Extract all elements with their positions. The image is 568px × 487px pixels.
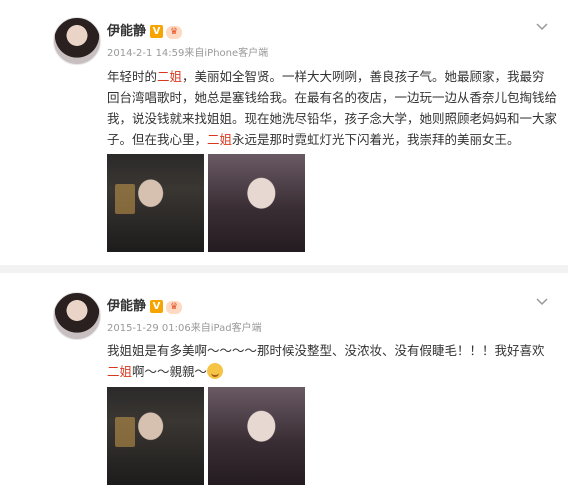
avatar[interactable] bbox=[53, 292, 101, 340]
chevron-down-icon[interactable] bbox=[536, 295, 548, 307]
post-photo-1[interactable] bbox=[107, 387, 204, 485]
post-text: 我姐姐是有多美啊～～～～那时候没整型、没浓妆、没有假睫毛！！！我好喜欢二姐啊～～… bbox=[107, 340, 557, 382]
username-row: 伊能静 V ♛ bbox=[107, 295, 183, 314]
text-part: 我姐姐是有多美啊～～～～那时候没整型、没浓妆、没有假睫毛！！！我好喜欢 bbox=[107, 343, 545, 358]
kiss-emoji-icon bbox=[207, 363, 224, 379]
weibo-post: 伊能静 V ♛ 2015-1-29 01:06来自iPad客户端 我姐姐是有多美啊～… bbox=[0, 0, 568, 485]
level-badge: ♛ bbox=[166, 301, 183, 314]
post-photo-2[interactable] bbox=[208, 387, 305, 485]
text-part: 啊～～親親～ bbox=[132, 364, 208, 379]
post-meta: 2015-1-29 01:06来自iPad客户端 bbox=[107, 323, 262, 334]
username[interactable]: 伊能静 bbox=[107, 299, 146, 314]
post-divider bbox=[0, 265, 568, 273]
highlight-link[interactable]: 二姐 bbox=[107, 364, 132, 379]
verified-badge: V bbox=[150, 300, 164, 313]
